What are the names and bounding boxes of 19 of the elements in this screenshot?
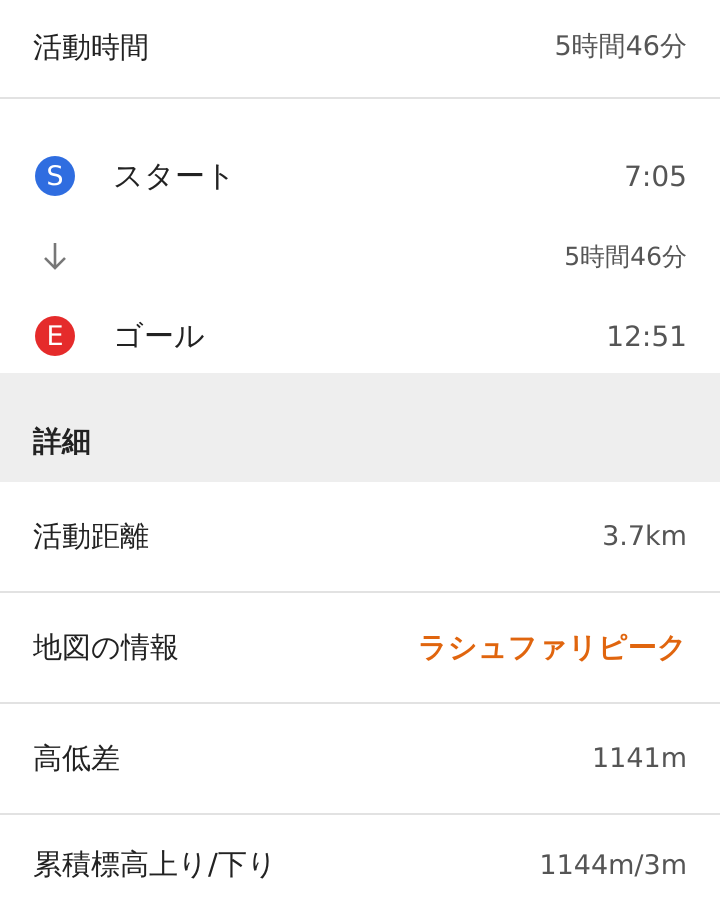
row-label: 地図の情報	[33, 628, 179, 666]
goal-badge: E	[35, 316, 75, 356]
row-label: 活動時間	[33, 29, 149, 66]
timeline-value: 7:05	[624, 160, 687, 192]
row-value: 1144m/3m	[539, 850, 687, 880]
row-value: 1141m	[592, 743, 687, 774]
row-label: 累積標高上り/下り	[33, 846, 277, 883]
row-value: 3.7km	[602, 521, 687, 552]
row-label: 高低差	[33, 740, 120, 776]
map-link[interactable]: ラシュファリピーク	[418, 628, 687, 668]
row-label: 活動距離	[33, 518, 149, 554]
start-badge: S	[35, 156, 75, 196]
row-value: 5時間46分	[554, 30, 687, 64]
timeline-value: 5時間46分	[564, 240, 687, 272]
timeline-value: 12:51	[606, 320, 687, 352]
down-arrow-icon	[43, 241, 67, 271]
timeline-label: スタート	[113, 158, 236, 196]
section-title: 詳細	[33, 423, 91, 460]
timeline-label: ゴール	[113, 318, 205, 356]
